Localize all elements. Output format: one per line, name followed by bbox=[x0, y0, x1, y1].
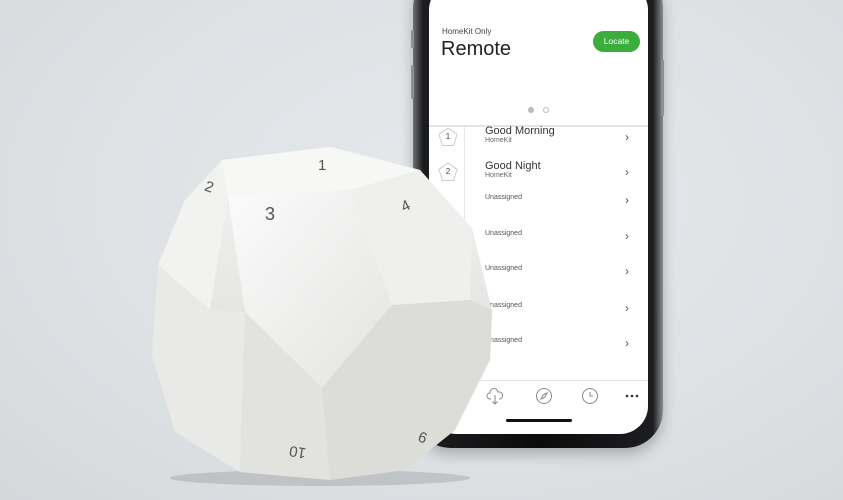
face-number: 3 bbox=[265, 204, 275, 224]
face-number: 10 bbox=[288, 442, 307, 462]
face-number: 1 bbox=[318, 157, 326, 174]
dodecahedron-remote: 1 2 3 4 10 9 bbox=[152, 147, 492, 486]
